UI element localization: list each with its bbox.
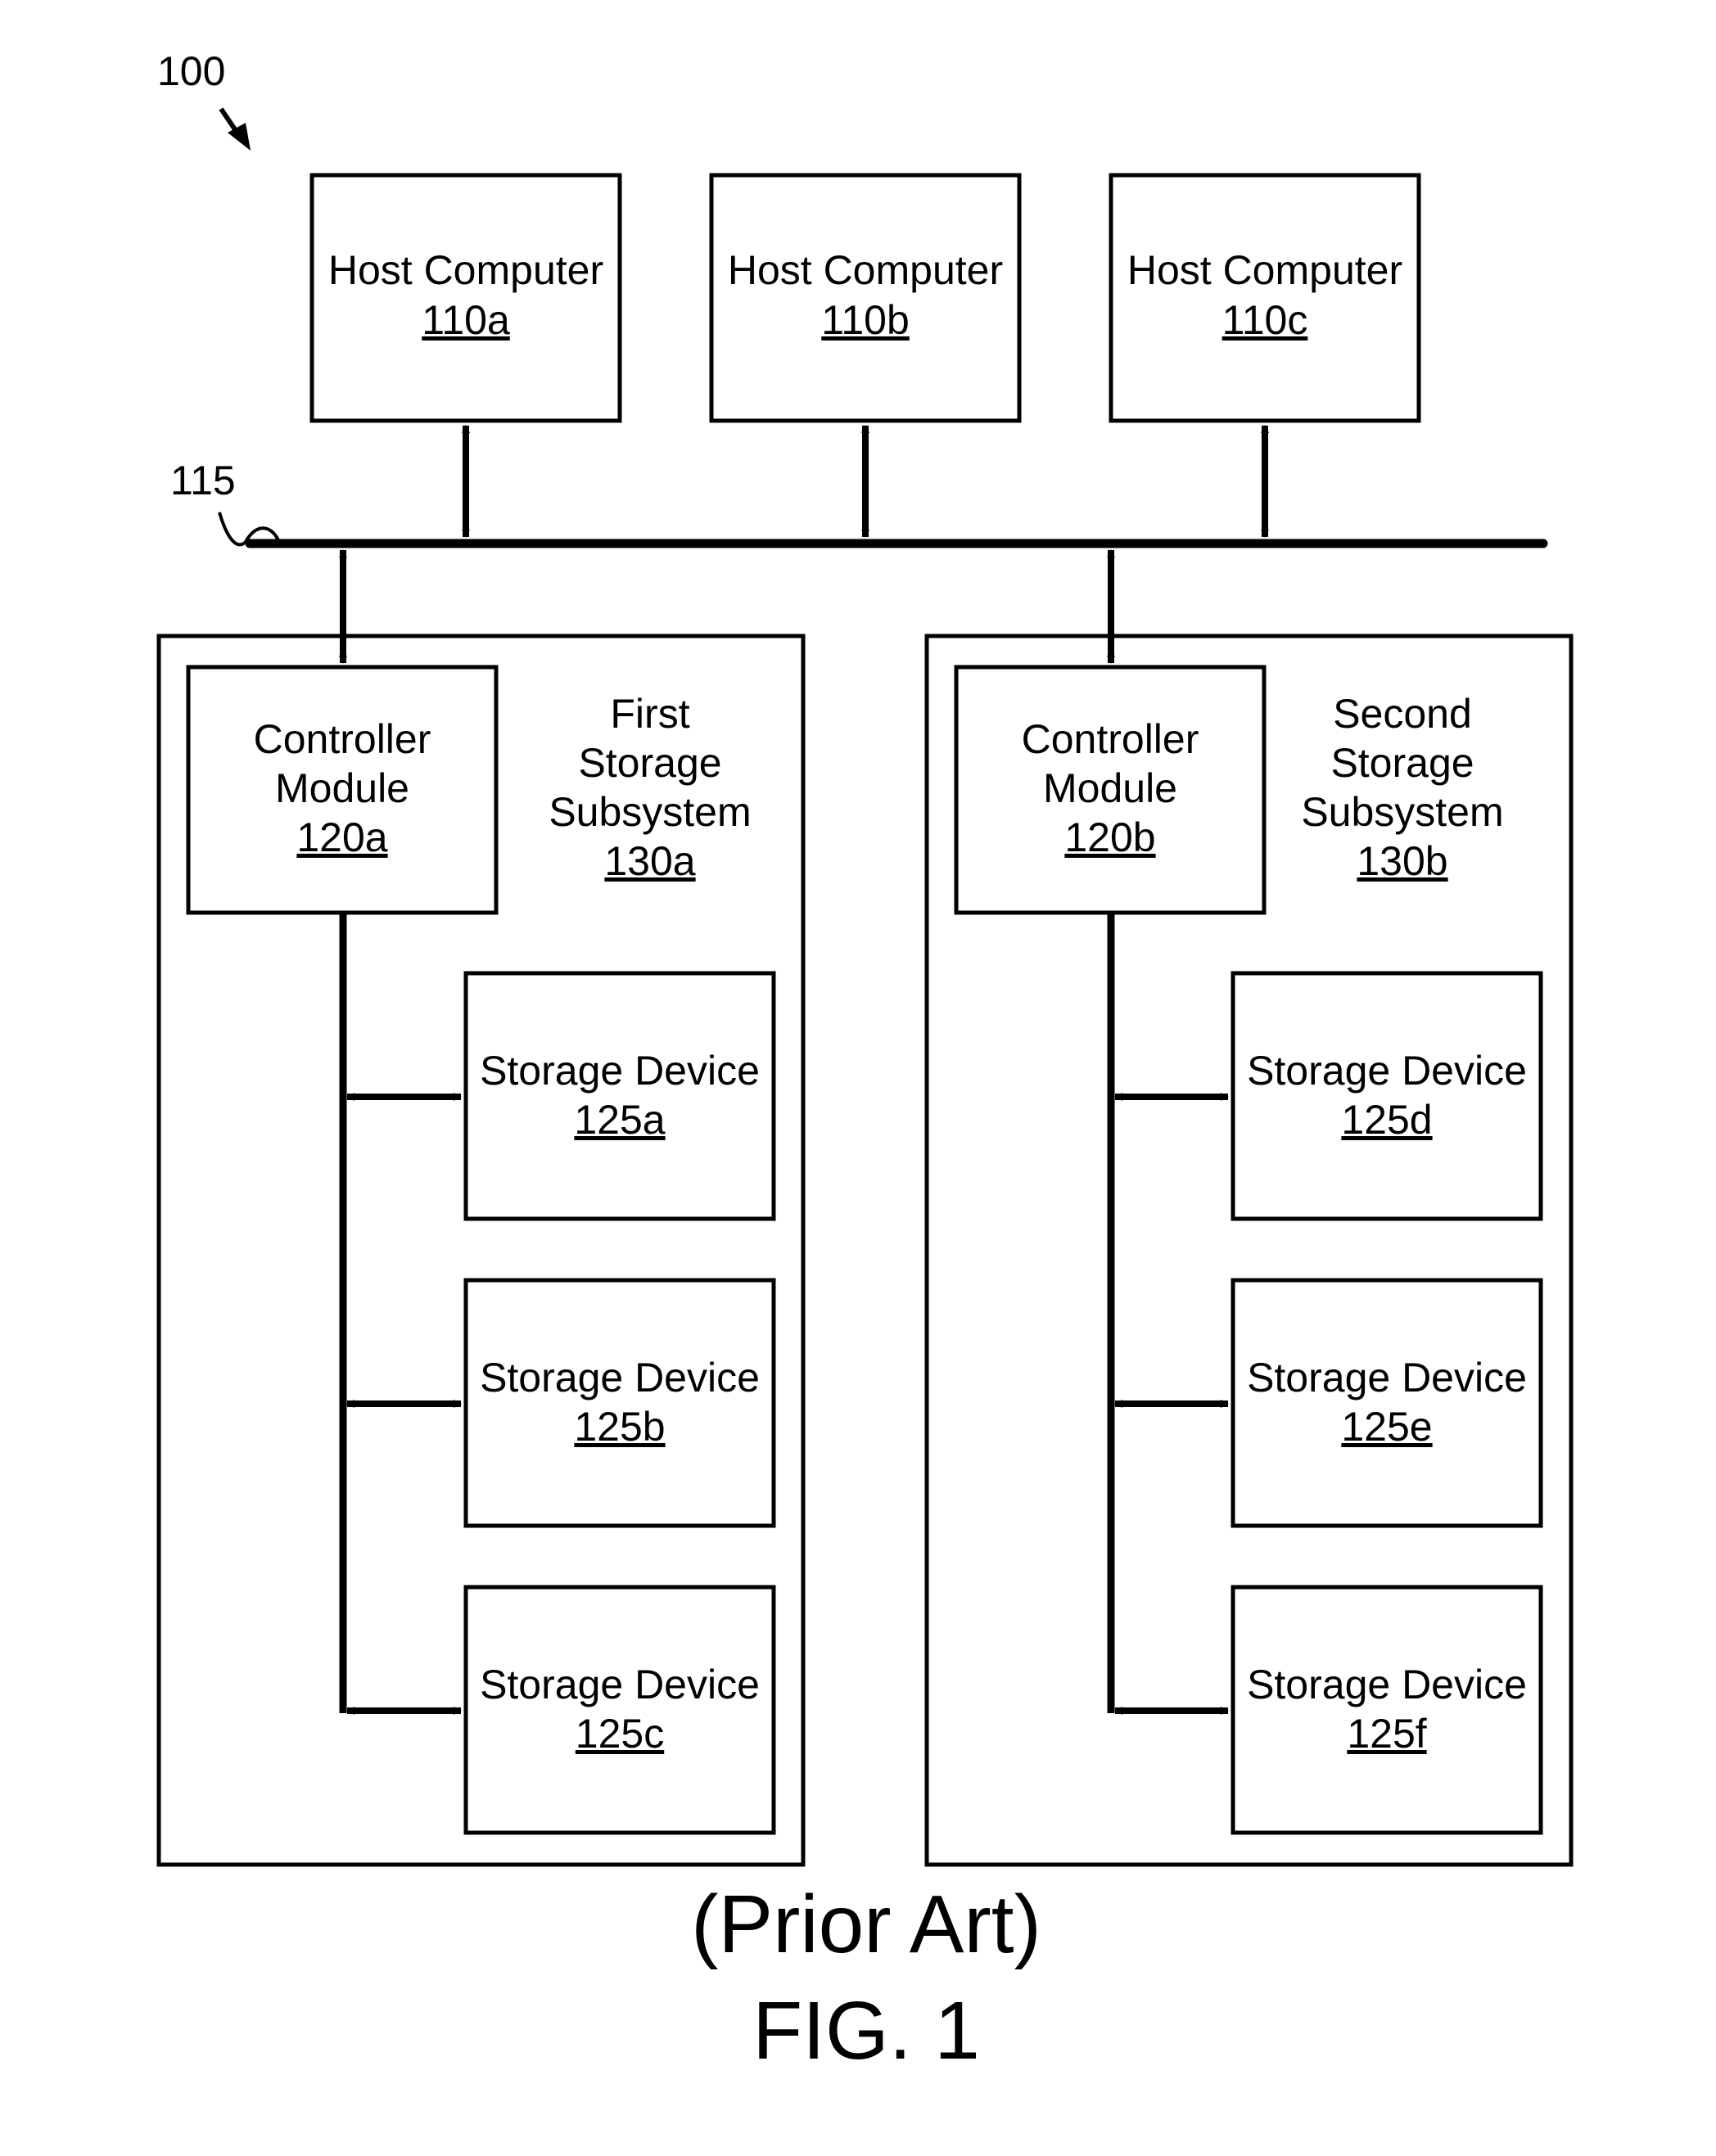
controller-label-line: Controller (1022, 716, 1199, 762)
first-storage-subsystem: First Storage Subsystem 130a Controller … (156, 634, 806, 1867)
controller-ref: 120b (1064, 814, 1155, 860)
storage-device-125a: Storage Device 125a (463, 971, 776, 1221)
subsystem-ref: 130a (604, 838, 695, 884)
subsystem-label-line: Storage (578, 740, 721, 786)
host-computer-b: Host Computer 110b (709, 173, 1022, 423)
bus-reference-label: 115 (170, 458, 236, 503)
host-ref: 110c (1222, 297, 1308, 343)
subsystem-label-line: Second (1333, 691, 1472, 737)
system-reference-label: 100 (157, 48, 225, 94)
controller-label-line: Controller (254, 716, 431, 762)
host-ref: 110b (821, 297, 910, 343)
device-label: Storage Device (1247, 1662, 1527, 1707)
device-ref: 125a (574, 1097, 665, 1143)
device-label: Storage Device (1247, 1355, 1527, 1400)
device-label: Storage Device (480, 1355, 760, 1400)
host-computer-a: Host Computer 110a (309, 173, 622, 423)
subsystem-label-line: Subsystem (549, 789, 751, 835)
storage-device-125c: Storage Device 125c (463, 1585, 776, 1835)
storage-device-125b: Storage Device 125b (463, 1278, 776, 1528)
figure-caption: FIG. 1 (752, 1985, 980, 2077)
host-computer-c: Host Computer 110c (1109, 173, 1421, 423)
subsystem-label-line: Subsystem (1301, 789, 1503, 835)
controller-label-line: Module (1043, 765, 1177, 811)
device-ref: 125f (1347, 1711, 1426, 1757)
storage-device-125e: Storage Device 125e (1231, 1278, 1543, 1528)
controller-module-a: Controller Module 120a (186, 665, 499, 915)
device-ref: 125e (1341, 1404, 1432, 1450)
controller-label-line: Module (275, 765, 409, 811)
device-ref: 125d (1341, 1097, 1432, 1143)
storage-system-diagram: 100 Host Computer 110a Host Computer 110… (156, 48, 1574, 2077)
second-storage-subsystem: Second Storage Subsystem 130b Controller… (924, 634, 1574, 1867)
host-ref: 110a (422, 297, 510, 343)
host-label: Host Computer (1127, 247, 1402, 293)
device-label: Storage Device (1247, 1048, 1527, 1094)
host-label: Host Computer (728, 247, 1003, 293)
storage-device-125f: Storage Device 125f (1231, 1585, 1543, 1835)
subsystem-label-line: First (610, 691, 689, 737)
prior-art-caption: (Prior Art) (691, 1879, 1041, 1970)
subsystem-ref: 130b (1357, 838, 1447, 884)
device-label: Storage Device (480, 1048, 760, 1094)
controller-module-b: Controller Module 120b (954, 665, 1267, 915)
device-label: Storage Device (480, 1662, 760, 1707)
system-reference-arrow (219, 107, 251, 151)
subsystem-label-line: Storage (1330, 740, 1474, 786)
controller-ref: 120a (296, 814, 387, 860)
storage-device-125d: Storage Device 125d (1231, 971, 1543, 1221)
device-ref: 125b (574, 1404, 665, 1450)
device-ref: 125c (576, 1711, 664, 1757)
host-label: Host Computer (328, 247, 603, 293)
